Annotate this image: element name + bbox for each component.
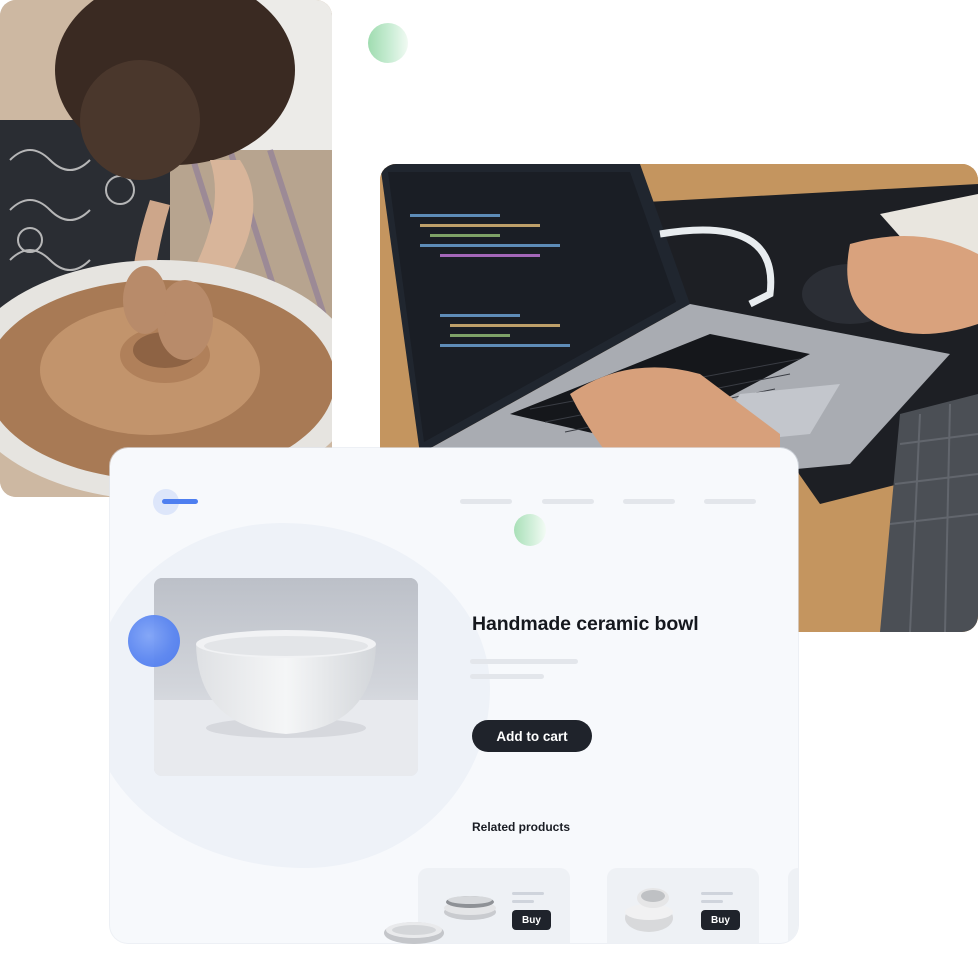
nav-item-2[interactable] xyxy=(542,499,594,504)
related-line-2 xyxy=(701,900,723,903)
logo-mark[interactable] xyxy=(162,499,198,504)
stacked-bowls-image xyxy=(444,896,496,920)
buy-button[interactable]: Buy xyxy=(512,910,551,930)
decorative-green-bubble xyxy=(368,23,408,63)
floating-dish-image xyxy=(384,922,444,944)
product-image xyxy=(154,578,418,776)
related-product-card-partial[interactable] xyxy=(788,868,798,943)
decorative-green-bubble-small xyxy=(514,514,546,546)
description-line-1 xyxy=(470,659,578,664)
buy-button[interactable]: Buy xyxy=(701,910,740,930)
add-to-cart-button[interactable]: Add to cart xyxy=(472,720,592,752)
related-line-1 xyxy=(512,892,544,895)
product-title: Handmade ceramic bowl xyxy=(472,613,699,635)
related-products-heading: Related products xyxy=(472,820,571,834)
product-page-mockup: Handmade ceramic bowl Add to cart Relate… xyxy=(110,448,798,943)
speckled-bowls-image xyxy=(625,888,673,932)
nav-item-3[interactable] xyxy=(623,499,675,504)
description-line-2 xyxy=(470,674,544,679)
related-line-1 xyxy=(701,892,733,895)
related-product-card[interactable]: Buy xyxy=(607,868,759,943)
pottery-wheel-photo xyxy=(0,0,332,497)
decorative-blue-bubble xyxy=(128,615,180,667)
nav-item-4[interactable] xyxy=(704,499,756,504)
nav-item-1[interactable] xyxy=(460,499,512,504)
related-line-2 xyxy=(512,900,534,903)
